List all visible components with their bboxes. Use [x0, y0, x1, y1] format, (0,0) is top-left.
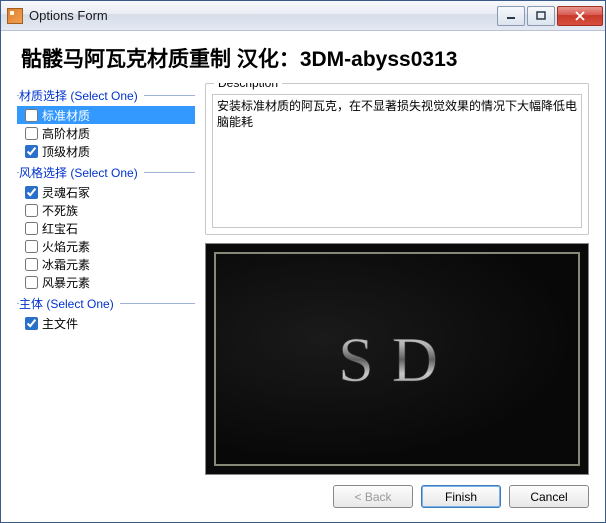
- group-header-style: 风格选择 (Select One): [17, 160, 195, 183]
- description-text[interactable]: [212, 94, 582, 228]
- preview-frame: SD: [214, 252, 580, 466]
- option-main-file[interactable]: 主文件: [17, 314, 195, 332]
- content-area: 骷髅马阿瓦克材质重制 汉化：3DM-abyss0313 材质选择 (Select…: [1, 31, 605, 522]
- right-panel: Description: [205, 83, 589, 475]
- svg-text:SD: SD: [338, 324, 456, 395]
- app-icon: [7, 8, 23, 24]
- maximize-button[interactable]: [527, 6, 555, 26]
- option-soul-cairn[interactable]: 灵魂石冢: [17, 183, 195, 201]
- option-label: 红宝石: [42, 220, 78, 237]
- option-label: 高阶材质: [42, 125, 90, 142]
- option-top-texture[interactable]: 顶级材质: [17, 142, 195, 160]
- description-legend: Description: [214, 83, 282, 90]
- option-high-texture-check[interactable]: [25, 127, 38, 140]
- close-button[interactable]: [557, 6, 603, 26]
- option-fire[interactable]: 火焰元素: [17, 237, 195, 255]
- back-button: < Back: [333, 485, 413, 508]
- preview-logo: SD: [312, 309, 482, 409]
- option-undead-check[interactable]: [25, 204, 38, 217]
- minimize-button[interactable]: [497, 6, 525, 26]
- window-controls: [497, 6, 603, 26]
- option-label: 主文件: [42, 315, 78, 332]
- preview-image: SD: [205, 243, 589, 475]
- option-fire-check[interactable]: [25, 240, 38, 253]
- option-label: 风暴元素: [42, 274, 90, 291]
- option-soul-cairn-check[interactable]: [25, 186, 38, 199]
- minimize-icon: [506, 11, 516, 21]
- option-storm-check[interactable]: [25, 276, 38, 289]
- group-header-main: 主体 (Select One): [17, 291, 195, 314]
- option-label: 火焰元素: [42, 238, 90, 255]
- button-row: < Back Finish Cancel: [17, 475, 589, 514]
- description-group: Description: [205, 83, 589, 235]
- cancel-button[interactable]: Cancel: [509, 485, 589, 508]
- option-undead[interactable]: 不死族: [17, 201, 195, 219]
- option-label: 不死族: [42, 202, 78, 219]
- option-label: 灵魂石冢: [42, 184, 90, 201]
- group-header-texture: 材质选择 (Select One): [17, 83, 195, 106]
- option-storm[interactable]: 风暴元素: [17, 273, 195, 291]
- option-standard-texture-check[interactable]: [25, 109, 38, 122]
- option-ruby-check[interactable]: [25, 222, 38, 235]
- option-label: 标准材质: [42, 107, 90, 124]
- option-top-texture-check[interactable]: [25, 145, 38, 158]
- main-row: 材质选择 (Select One) 标准材质 高阶材质 顶级材质 风格选择 (S…: [17, 83, 589, 475]
- window-title: Options Form: [29, 8, 497, 23]
- option-label: 顶级材质: [42, 143, 90, 160]
- page-title: 骷髅马阿瓦克材质重制 汉化：3DM-abyss0313: [17, 43, 589, 73]
- option-high-texture[interactable]: 高阶材质: [17, 124, 195, 142]
- option-ruby[interactable]: 红宝石: [17, 219, 195, 237]
- option-label: 冰霜元素: [42, 256, 90, 273]
- options-window: Options Form 骷髅马阿瓦克材质重制 汉化：3DM-abyss0313…: [0, 0, 606, 523]
- options-panel: 材质选择 (Select One) 标准材质 高阶材质 顶级材质 风格选择 (S…: [17, 83, 195, 475]
- option-standard-texture[interactable]: 标准材质: [17, 106, 195, 124]
- finish-button[interactable]: Finish: [421, 485, 501, 508]
- close-icon: [574, 11, 586, 21]
- option-frost-check[interactable]: [25, 258, 38, 271]
- option-main-file-check[interactable]: [25, 317, 38, 330]
- option-frost[interactable]: 冰霜元素: [17, 255, 195, 273]
- titlebar[interactable]: Options Form: [1, 1, 605, 31]
- maximize-icon: [536, 11, 546, 21]
